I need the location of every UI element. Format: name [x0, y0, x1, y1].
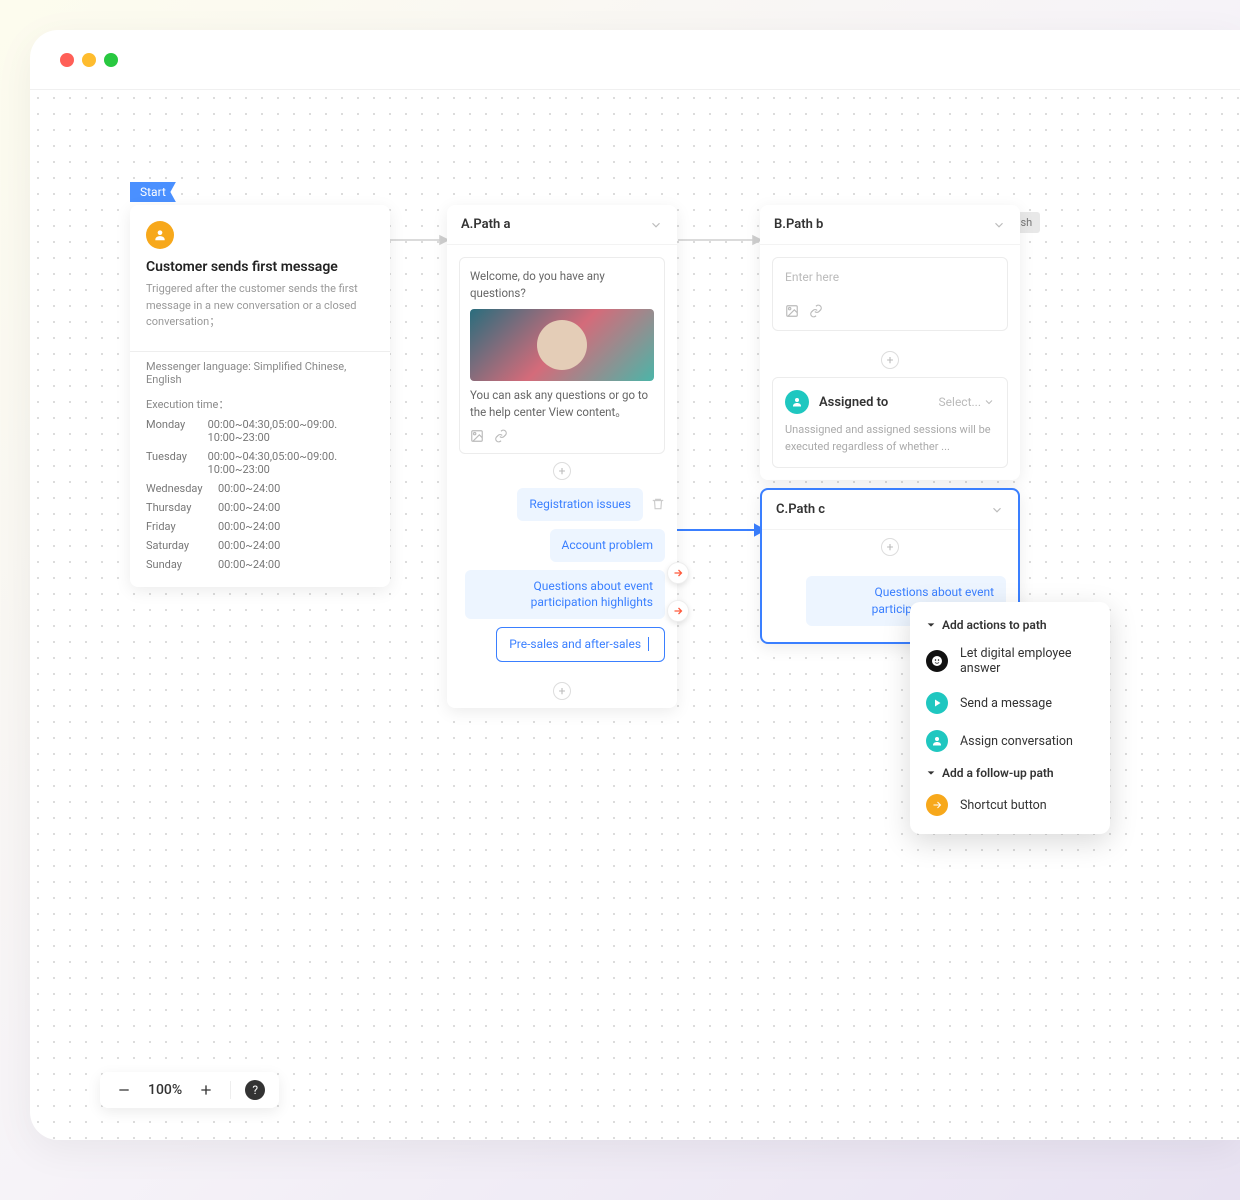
ctx-label: Shortcut button — [960, 798, 1047, 813]
schedule-time: 00:00~24:00 — [218, 482, 280, 495]
ctx-label: Assign conversation — [960, 734, 1073, 749]
path-a-title: A.Path a — [461, 217, 510, 232]
link-icon[interactable] — [809, 304, 823, 318]
maximize-window-icon[interactable] — [104, 53, 118, 67]
text-cursor — [648, 637, 652, 651]
chevron-down-icon — [983, 396, 995, 408]
chevron-down-icon[interactable] — [990, 503, 1004, 517]
assign-label: Assigned to — [819, 395, 929, 410]
assign-description: Unassigned and assigned sessions will be… — [785, 422, 995, 455]
message-image — [470, 309, 654, 381]
person-icon — [785, 390, 809, 414]
minimize-window-icon[interactable] — [82, 53, 96, 67]
connector-a-to-b — [678, 230, 763, 270]
schedule-day: Sunday — [146, 558, 218, 571]
message-input[interactable]: Enter here — [772, 257, 1008, 331]
image-icon[interactable] — [785, 304, 799, 318]
ctx-section-followup: Add a follow-up path — [910, 760, 1110, 786]
schedule-time: 00:00~04:30,05:00~09:00. 10:00~23:00 — [208, 450, 374, 476]
chip-event[interactable]: Questions about event participation high… — [465, 570, 665, 620]
robot-icon — [926, 650, 948, 672]
help-button[interactable]: ? — [245, 1080, 265, 1100]
add-step-button[interactable]: + — [881, 351, 899, 369]
branch-arrow-icon[interactable] — [667, 562, 689, 584]
ctx-label: Let digital employee answer — [960, 646, 1094, 676]
zoom-control: 100% ? — [100, 1072, 279, 1108]
path-c-title: C.Path c — [776, 502, 825, 517]
ctx-label: Send a message — [960, 696, 1052, 711]
schedule-time: 00:00~24:00 — [218, 520, 280, 533]
message-preview[interactable]: Welcome, do you have any questions? You … — [459, 257, 665, 454]
person-icon — [926, 730, 948, 752]
welcome-text: Welcome, do you have any questions? — [470, 268, 654, 303]
start-subtitle: Triggered after the customer sends the f… — [146, 281, 374, 331]
chip-account[interactable]: Account problem — [550, 529, 665, 562]
language-label: Messenger language: Simplified Chinese, … — [146, 360, 374, 386]
start-flag: Start — [130, 182, 176, 202]
path-a-card[interactable]: A.Path a Welcome, do you have any questi… — [447, 205, 677, 708]
schedule-day: Thursday — [146, 501, 218, 514]
assign-select[interactable]: Select... — [939, 395, 995, 409]
chevron-down-icon[interactable] — [992, 218, 1006, 232]
ctx-item-send-message[interactable]: Send a message — [910, 684, 1110, 722]
schedule-day: Monday — [146, 418, 208, 444]
chip-registration[interactable]: Registration issues — [517, 488, 643, 521]
context-menu: Add actions to path Let digital employee… — [910, 602, 1110, 834]
shortcut-icon — [926, 794, 948, 816]
chip-presales-text: Pre-sales and after-sales — [509, 637, 641, 651]
image-icon[interactable] — [470, 429, 484, 443]
zoom-value: 100% — [148, 1082, 182, 1098]
triangle-down-icon — [926, 620, 936, 630]
schedule-day: Wednesday — [146, 482, 218, 495]
ctx-section-actions: Add actions to path — [910, 612, 1110, 638]
schedule-time: 00:00~24:00 — [218, 501, 280, 514]
window-titlebar — [30, 30, 1240, 90]
start-title: Customer sends first message — [146, 259, 374, 275]
start-node-card[interactable]: Customer sends first message Triggered a… — [130, 205, 390, 587]
zoom-out-button[interactable] — [114, 1080, 134, 1100]
ctx-item-digital-employee[interactable]: Let digital employee answer — [910, 638, 1110, 684]
message-body: You can ask any questions or go to the h… — [470, 387, 654, 422]
triangle-down-icon — [926, 768, 936, 778]
schedule-day: Saturday — [146, 539, 218, 552]
schedule-day: Tuesday — [146, 450, 208, 476]
chevron-down-icon[interactable] — [649, 218, 663, 232]
flow-canvas[interactable]: Start Finish Customer sends first messag… — [30, 90, 1240, 1140]
assign-block[interactable]: Assigned to Select... Unassigned and ass… — [772, 377, 1008, 468]
add-step-button[interactable]: + — [553, 462, 571, 480]
close-window-icon[interactable] — [60, 53, 74, 67]
person-icon — [146, 221, 174, 249]
connector-start-to-a — [390, 230, 450, 270]
ctx-item-assign[interactable]: Assign conversation — [910, 722, 1110, 760]
schedule-day: Friday — [146, 520, 218, 533]
schedule-time: 00:00~24:00 — [218, 539, 280, 552]
input-placeholder: Enter here — [785, 270, 995, 284]
select-label: Select... — [939, 395, 981, 409]
execution-label: Execution time： — [146, 396, 374, 412]
zoom-in-button[interactable] — [196, 1080, 216, 1100]
trash-icon[interactable] — [651, 497, 665, 511]
path-b-card[interactable]: B.Path b Enter here + Assigned to — [760, 205, 1020, 480]
chip-presales-editing[interactable]: Pre-sales and after-sales — [496, 627, 665, 662]
app-window: Start Finish Customer sends first messag… — [30, 30, 1240, 1140]
add-step-button[interactable]: + — [881, 538, 899, 556]
add-chip-button[interactable]: + — [553, 682, 571, 700]
schedule-time: 00:00~24:00 — [218, 558, 280, 571]
play-icon — [926, 692, 948, 714]
ctx-item-shortcut[interactable]: Shortcut button — [910, 786, 1110, 824]
branch-arrow-icon[interactable] — [667, 600, 689, 622]
path-b-title: B.Path b — [774, 217, 823, 232]
link-icon[interactable] — [494, 429, 508, 443]
schedule-time: 00:00~04:30,05:00~09:00. 10:00~23:00 — [208, 418, 374, 444]
